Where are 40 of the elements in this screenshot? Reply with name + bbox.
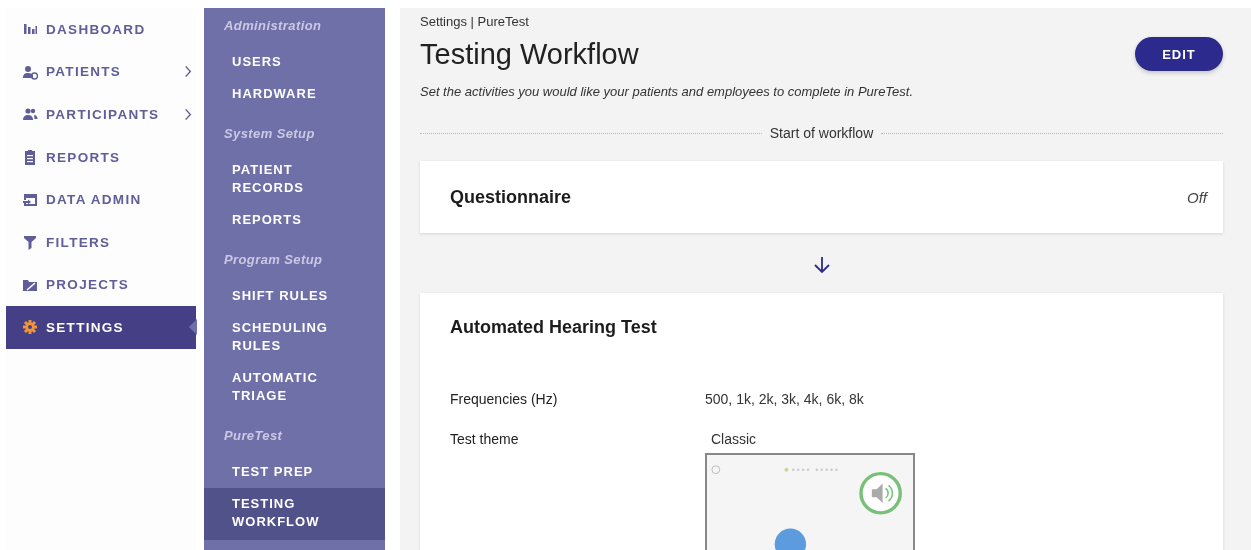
nav-item[interactable]: DATA ADMIN bbox=[6, 178, 196, 221]
step-title: Questionnaire bbox=[450, 186, 572, 208]
field-label: Test theme bbox=[450, 431, 520, 449]
section-heading: PureTest bbox=[223, 428, 284, 445]
submenu-item[interactable]: TESTING WORKFLOW bbox=[204, 488, 385, 540]
submenu-item[interactable]: USERS bbox=[204, 46, 385, 78]
breadcrumb: Settings | PureTest bbox=[420, 14, 530, 31]
settings-icon bbox=[22, 319, 38, 336]
nav-item[interactable]: PATIENTS bbox=[6, 50, 196, 94]
nav-item[interactable]: FILTERS bbox=[6, 220, 196, 264]
filter-icon bbox=[22, 234, 38, 251]
field-label: Frequencies (Hz) bbox=[450, 391, 559, 407]
submenu-item[interactable]: REPORTS bbox=[204, 204, 385, 236]
nav-item[interactable]: REPORTS bbox=[6, 135, 196, 179]
users-icon bbox=[22, 106, 38, 123]
section-heading: Administration bbox=[223, 18, 323, 35]
field-value: 500, 1k, 2k, 3k, 4k, 6k, 8k bbox=[705, 391, 864, 407]
section-heading: System Setup bbox=[223, 126, 316, 143]
user-add-icon bbox=[22, 63, 38, 80]
page-description: Set the activities you would like your patients and employees to complete in PureTest. bbox=[420, 84, 915, 99]
workflow-start-label: Start of workflow bbox=[769, 125, 874, 141]
submenu-item[interactable]: SHIFT RULES bbox=[204, 280, 385, 312]
submenu-item[interactable]: TEST PREP bbox=[204, 456, 385, 488]
import-icon bbox=[22, 191, 38, 208]
step-title: Automated Hearing Test bbox=[450, 316, 657, 338]
step-status: Off bbox=[1187, 188, 1207, 206]
submenu-item[interactable]: PATIENT RECORDS bbox=[204, 154, 385, 204]
page-title: Testing Workflow bbox=[420, 37, 639, 71]
submenu-item[interactable]: HARDWARE bbox=[204, 78, 385, 110]
submenu-item[interactable]: AUTOMATIC TRIAGE bbox=[204, 362, 385, 412]
submenu-item[interactable]: SCHEDULING RULES bbox=[204, 312, 385, 362]
field-value: Classic bbox=[711, 431, 757, 447]
clipboard-icon bbox=[22, 149, 38, 166]
nav-item[interactable]: PARTICIPANTS bbox=[6, 93, 196, 136]
arrow-down-icon bbox=[812, 256, 831, 274]
nav-item[interactable]: PROJECTS bbox=[6, 263, 196, 307]
nav-item[interactable]: DASHBOARD bbox=[6, 8, 196, 51]
section-heading: Program Setup bbox=[223, 252, 324, 269]
nav-item[interactable]: SETTINGS bbox=[6, 306, 196, 349]
edit-button[interactable]: EDIT bbox=[1135, 37, 1223, 71]
